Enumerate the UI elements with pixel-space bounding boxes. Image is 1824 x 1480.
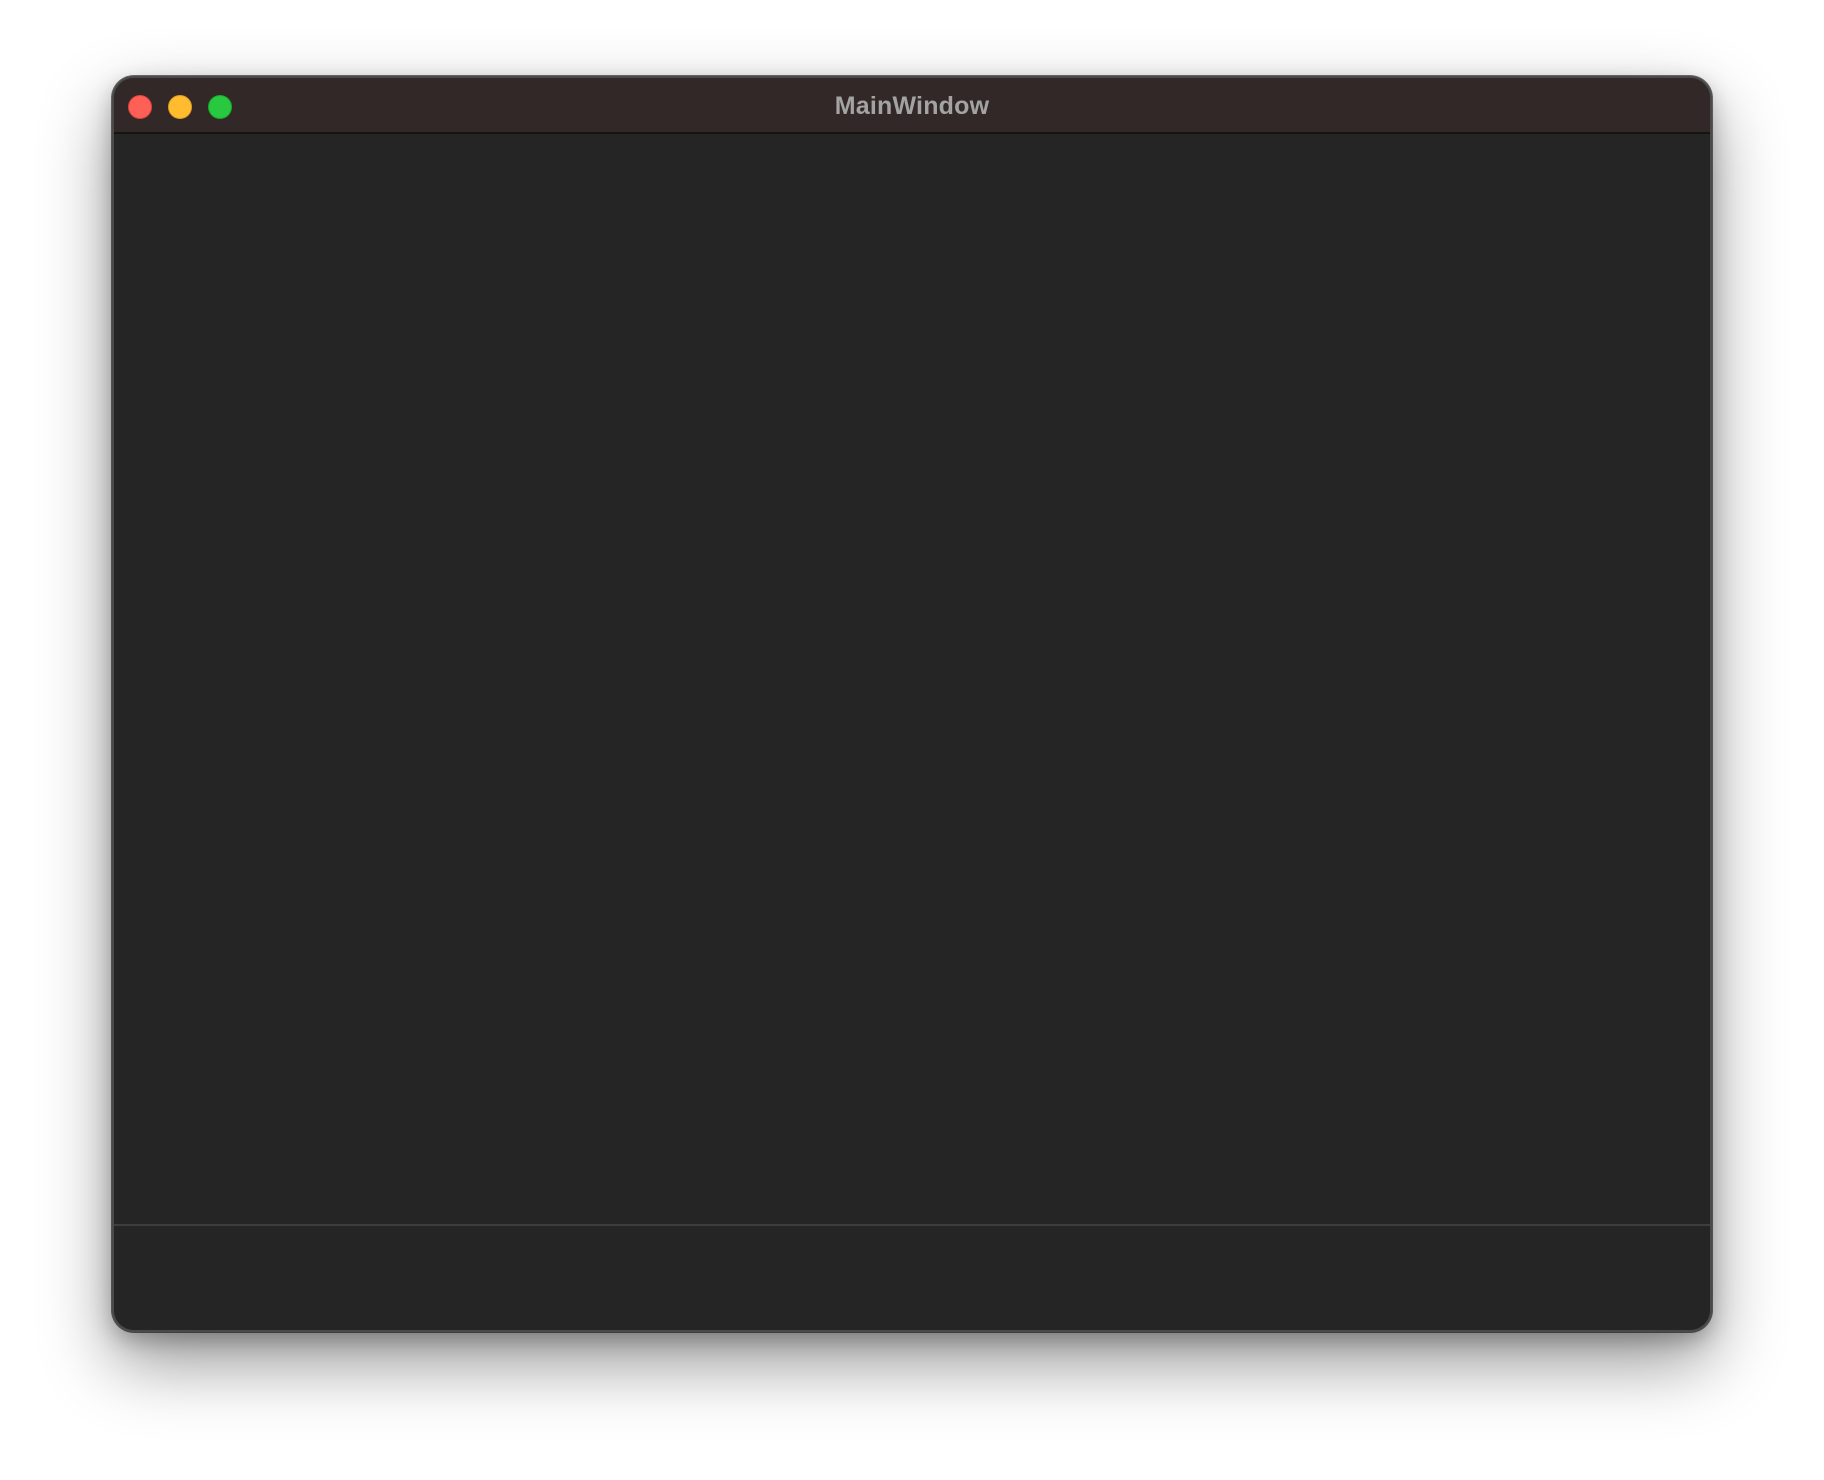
main-window: MainWindow xyxy=(112,76,1712,1332)
title-bar[interactable]: MainWindow xyxy=(114,78,1710,134)
window-title: MainWindow xyxy=(834,92,990,120)
status-bar xyxy=(114,1224,1710,1330)
main-content-area xyxy=(114,134,1710,1224)
